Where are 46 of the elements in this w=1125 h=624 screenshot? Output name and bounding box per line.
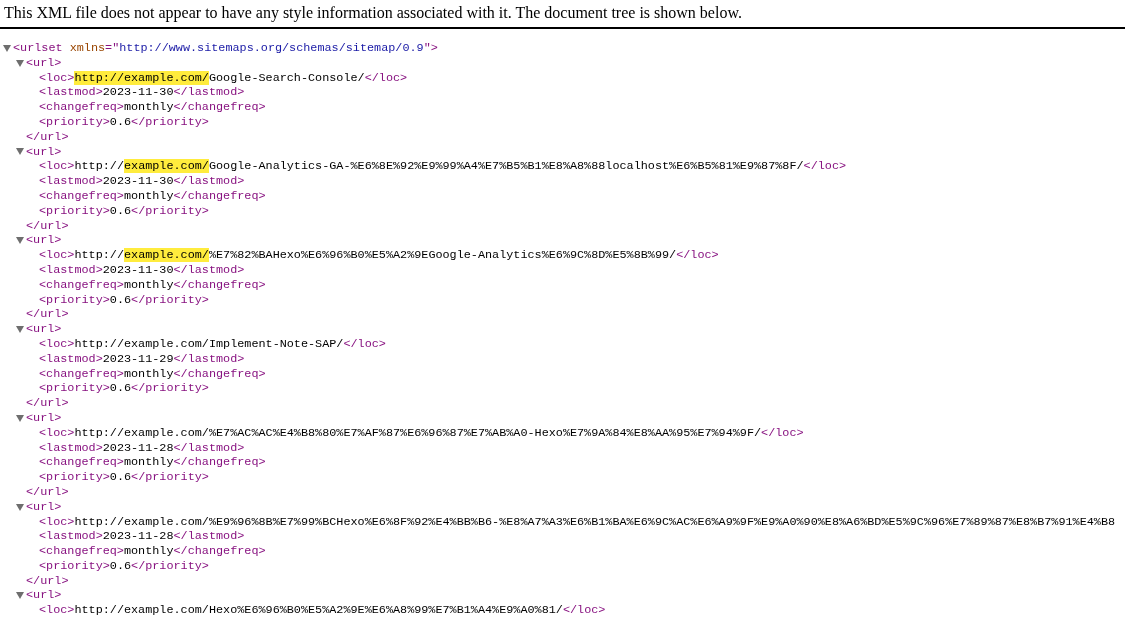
collapse-triangle-icon[interactable] — [16, 592, 24, 600]
xml-line: <changefreq>monthly</changefreq> — [39, 100, 266, 115]
xml-line: <url> — [26, 588, 62, 604]
xml-line: <lastmod>2023-11-30</lastmod> — [39, 85, 245, 101]
xml-line: </url> — [26, 573, 69, 589]
xml-line: <priority>0.6</priority> — [39, 292, 209, 308]
collapse-triangle-icon[interactable] — [16, 326, 24, 334]
xml-line: <url> — [26, 144, 62, 160]
xml-line: <urlset xmlns="http://www.sitemaps.org/schemas/sitemap/0.9"> — [13, 41, 438, 56]
collapse-triangle-icon[interactable] — [16, 414, 24, 422]
xml-line: <url> — [26, 55, 62, 71]
xml-line: </url> — [26, 218, 69, 234]
xml-line: <loc>http://example.com/Implement-Note-SAP/</loc> — [39, 336, 386, 352]
xml-line: </url> — [26, 129, 69, 145]
xml-line: <loc>http://example.com/Hexo%E6%96%B0%E5%A2%9E%E6%A8%99%E7%B1%A4%E9%A0%81/</loc> — [39, 603, 606, 619]
xml-line: <changefreq>monthly</changefreq> — [39, 366, 266, 382]
collapse-triangle-icon[interactable] — [16, 503, 24, 511]
xml-line: <changefreq>monthly</changefreq> — [39, 188, 266, 204]
xml-line: <loc>http://example.com/%E7%AC%AC%E4%B8%80%E7%AF%87%E6%96%87%E7%AB%A0-Hexo%E7%9A%84%E8%AA%95%E7%94%9F/</loc> — [39, 425, 804, 441]
collapse-triangle-icon[interactable] — [3, 44, 11, 52]
info-notice: This XML file does not appear to have any style information associated with it. The document tree is shown below. — [0, 0, 1125, 29]
xml-line: <lastmod>2023-11-30</lastmod> — [39, 262, 245, 278]
xml-line: </url> — [26, 307, 69, 323]
xml-line: </url> — [26, 484, 69, 500]
xml-line: <lastmod>2023-11-28</lastmod> — [39, 440, 245, 456]
xml-line: <url> — [26, 410, 62, 426]
xml-line: <lastmod>2023-11-28</lastmod> — [39, 529, 245, 545]
collapse-triangle-icon[interactable] — [16, 148, 24, 156]
xml-line: <priority>0.6</priority> — [39, 558, 209, 574]
collapse-triangle-icon[interactable] — [16, 59, 24, 67]
collapse-triangle-icon[interactable] — [16, 237, 24, 245]
xml-line: <url> — [26, 322, 62, 337]
xml-line: </url> — [26, 396, 69, 411]
xml-line: <priority>0.6</priority> — [39, 470, 209, 485]
xml-line: <url> — [26, 233, 62, 249]
xml-line: <url> — [26, 499, 62, 515]
xml-line: <changefreq>monthly</changefreq> — [39, 544, 266, 559]
xml-line: <changefreq>monthly</changefreq> — [39, 455, 266, 471]
xml-line: <changefreq>monthly</changefreq> — [39, 277, 266, 293]
xml-line: <loc>http://example.com/Google-Search-Console/</loc> — [39, 70, 408, 86]
xml-line: <lastmod>2023-11-29</lastmod> — [39, 351, 245, 367]
xml-line: <lastmod>2023-11-30</lastmod> — [39, 174, 245, 189]
xml-line: <priority>0.6</priority> — [39, 381, 209, 397]
xml-line: <priority>0.6</priority> — [39, 203, 209, 219]
xml-line: <loc>http://example.com/%E9%96%8B%E7%99%BCHexo%E6%8F%92%E4%BB%B6-%E8%A7%A3%E6%B1%BA%E6%9C%AC%E6%A9%9F%E9%A0%90%E8%A6%BD%E5%9C%96%E7%89%87%E8%B7%91%E4%B8 — [39, 514, 1116, 530]
xml-line: <priority>0.6</priority> — [39, 115, 209, 130]
